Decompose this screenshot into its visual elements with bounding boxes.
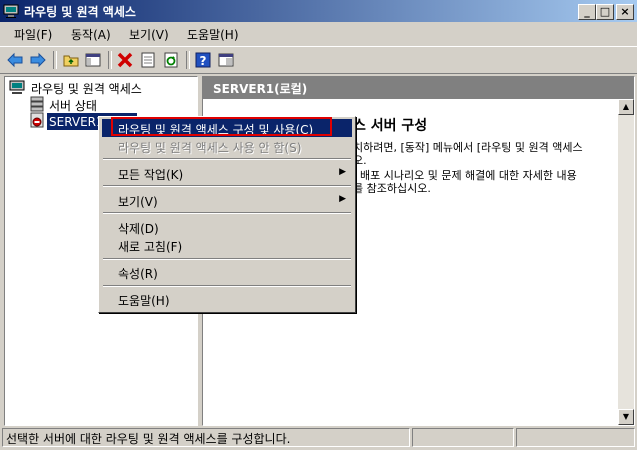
properties-icon[interactable] bbox=[139, 51, 157, 69]
forward-icon[interactable] bbox=[29, 51, 47, 69]
server-status-icon bbox=[30, 96, 44, 112]
toolbar-separator bbox=[53, 51, 57, 69]
details-header-title: SERVER1(로컬) bbox=[213, 82, 308, 96]
scroll-up-button[interactable]: ▲ bbox=[618, 99, 634, 115]
console-icon[interactable] bbox=[217, 51, 235, 69]
menu-refresh[interactable]: 새로 고침(F) bbox=[102, 236, 352, 254]
menu-properties[interactable]: 속성(R) bbox=[102, 263, 352, 281]
menu-all-tasks[interactable]: 모든 작업(K) ▶ bbox=[102, 164, 352, 182]
submenu-arrow-icon: ▶ bbox=[339, 167, 346, 177]
maximize-button[interactable]: □ bbox=[596, 4, 614, 20]
menu-separator bbox=[103, 212, 351, 214]
menu-view-sub[interactable]: 보기(V) ▶ bbox=[102, 191, 352, 209]
tree-label-server-status: 서버 상태 bbox=[49, 99, 97, 113]
menu-separator bbox=[103, 258, 351, 260]
menu-delete[interactable]: 삭제(D) bbox=[102, 218, 352, 236]
status-cell bbox=[516, 428, 635, 447]
toolbar: ? bbox=[0, 46, 637, 74]
title-bar[interactable]: 라우팅 및 원격 액세스 _ □ × bbox=[0, 0, 637, 22]
submenu-arrow-icon: ▶ bbox=[339, 194, 346, 204]
details-header: SERVER1(로컬) bbox=[203, 77, 634, 99]
svg-text:?: ? bbox=[200, 54, 207, 68]
status-bar: 선택한 서버에 대한 라우팅 및 원격 액세스를 구성합니다. bbox=[0, 427, 637, 450]
delete-icon[interactable] bbox=[116, 51, 134, 69]
menu-help[interactable]: 도움말(H) bbox=[187, 26, 239, 43]
context-menu: 라우팅 및 원격 액세스 구성 및 사용(C) 라우팅 및 원격 액세스 사용 … bbox=[98, 116, 356, 313]
menu-separator bbox=[103, 158, 351, 160]
menu-refresh-label: 새로 고침(F) bbox=[118, 240, 183, 254]
menu-separator bbox=[103, 285, 351, 287]
status-cell bbox=[412, 428, 514, 447]
refresh-icon[interactable] bbox=[162, 51, 180, 69]
close-button[interactable]: × bbox=[616, 4, 634, 20]
menu-view-sub-label: 보기(V) bbox=[118, 195, 158, 209]
menu-action[interactable]: 동작(A) bbox=[71, 26, 111, 43]
mmc-window: 라우팅 및 원격 액세스 _ □ × 파일(F) 동작(A) 보기(V) 도움말… bbox=[0, 0, 637, 450]
routing-app-icon bbox=[3, 4, 19, 18]
menu-view[interactable]: 보기(V) bbox=[129, 26, 169, 43]
toolbar-separator bbox=[186, 51, 190, 69]
up-folder-icon[interactable] bbox=[62, 51, 80, 69]
menu-bar: 파일(F) 동작(A) 보기(V) 도움말(H) bbox=[0, 23, 637, 44]
menu-disable-routing: 라우팅 및 원격 액세스 사용 안 함(S) bbox=[102, 137, 352, 155]
show-tree-icon[interactable] bbox=[84, 51, 102, 69]
menu-all-tasks-label: 모든 작업(K) bbox=[118, 168, 184, 182]
menu-help-item[interactable]: 도움말(H) bbox=[102, 290, 352, 308]
tree-label-root: 라우팅 및 원격 액세스 bbox=[31, 82, 142, 96]
menu-separator bbox=[103, 185, 351, 187]
server-stopped-icon bbox=[30, 112, 44, 128]
status-text: 선택한 서버에 대한 라우팅 및 원격 액세스를 구성합니다. bbox=[6, 432, 291, 446]
menu-delete-label: 삭제(D) bbox=[118, 222, 159, 236]
help-icon[interactable]: ? bbox=[194, 51, 212, 69]
menu-properties-label: 속성(R) bbox=[118, 267, 158, 281]
menu-file[interactable]: 파일(F) bbox=[14, 26, 52, 43]
welcome-title: 스 서버 구성 bbox=[353, 118, 428, 134]
details-scrollbar[interactable]: ▲ ▼ bbox=[618, 99, 634, 425]
status-cell-main: 선택한 서버에 대한 라우팅 및 원격 액세스를 구성합니다. bbox=[2, 428, 410, 447]
menu-disable-routing-label: 라우팅 및 원격 액세스 사용 안 함(S) bbox=[118, 141, 302, 155]
back-icon[interactable] bbox=[6, 51, 24, 69]
annotation-highlight-box bbox=[111, 117, 332, 136]
welcome-text-line: 치하려면, [동작] 메뉴에서 [라우팅 및 원격 액세스 bbox=[353, 141, 583, 154]
routing-root-icon bbox=[9, 80, 25, 94]
minimize-button[interactable]: _ bbox=[578, 4, 596, 20]
welcome-text-line: 를 참조하십시오. bbox=[353, 182, 431, 195]
menu-help-item-label: 도움말(H) bbox=[118, 294, 170, 308]
toolbar-separator bbox=[108, 51, 112, 69]
window-title: 라우팅 및 원격 액세스 bbox=[24, 5, 136, 19]
scroll-down-button[interactable]: ▼ bbox=[618, 409, 634, 425]
